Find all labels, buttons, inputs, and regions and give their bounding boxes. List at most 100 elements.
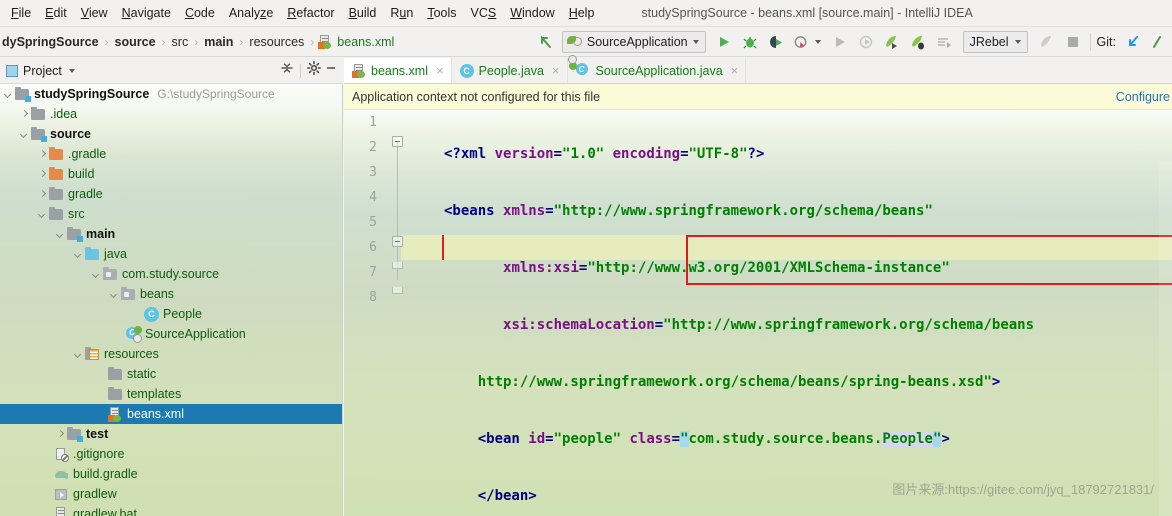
collapse-all-icon[interactable] bbox=[280, 61, 294, 80]
editor-scrollbar[interactable] bbox=[1159, 162, 1172, 516]
hide-panel-icon[interactable] bbox=[324, 61, 338, 80]
tree-item-idea[interactable]: .idea bbox=[0, 104, 342, 124]
tree-item-gradle-dot[interactable]: .gradle bbox=[0, 144, 342, 164]
breadcrumb-item-beansxml[interactable]: beans.xml bbox=[335, 35, 396, 49]
package-icon bbox=[121, 286, 136, 302]
chevron-right-icon[interactable] bbox=[36, 168, 49, 181]
chevron-down-icon[interactable] bbox=[18, 128, 31, 141]
chevron-down-icon[interactable] bbox=[68, 68, 75, 73]
menu-analyze[interactable]: Analyze bbox=[222, 3, 280, 23]
tree-item-gradle[interactable]: gradle bbox=[0, 184, 342, 204]
menu-view[interactable]: View bbox=[74, 3, 115, 23]
back-arrow-icon[interactable] bbox=[535, 31, 557, 53]
jrebel-debug-icon[interactable] bbox=[905, 29, 931, 55]
tree-item-studyspringsource[interactable]: studySpringSource G:\studySpringSource bbox=[0, 84, 342, 104]
close-icon[interactable]: × bbox=[436, 63, 444, 78]
code-editor[interactable]: 1 2 3 4 5 6 7 8 <?xml version="1.0" enco… bbox=[344, 110, 1172, 516]
tree-item-main[interactable]: main bbox=[0, 224, 342, 244]
menu-edit[interactable]: Edit bbox=[38, 3, 74, 23]
breadcrumb-item-project[interactable]: dySpringSource bbox=[0, 35, 101, 49]
breadcrumb-separator: › bbox=[104, 34, 109, 49]
breadcrumb-item-source[interactable]: source bbox=[113, 35, 158, 49]
jrebel-selector[interactable]: JRebel bbox=[962, 30, 1028, 53]
breadcrumb-item-main[interactable]: main bbox=[202, 35, 235, 49]
menu-help[interactable]: Help bbox=[562, 3, 602, 23]
module-folder-icon bbox=[31, 126, 47, 142]
source-watermark: 图片来源:https://gitee.com/jyq_18792721831/ bbox=[892, 482, 1154, 497]
chevron-down-icon[interactable] bbox=[54, 228, 67, 241]
run-with-coverage-icon[interactable] bbox=[763, 29, 789, 55]
git-label: Git: bbox=[1096, 34, 1116, 49]
tree-item-templates[interactable]: templates bbox=[0, 384, 342, 404]
tree-item-people-class[interactable]: C People bbox=[0, 304, 342, 324]
folder-icon bbox=[49, 186, 64, 202]
debug-icon[interactable] bbox=[737, 29, 763, 55]
tree-item-build[interactable]: build bbox=[0, 164, 342, 184]
menu-vcs[interactable]: VCS bbox=[464, 3, 504, 23]
git-update-icon[interactable] bbox=[1120, 29, 1146, 55]
tree-item-src[interactable]: src bbox=[0, 204, 342, 224]
chevron-down-icon[interactable] bbox=[814, 39, 821, 44]
chevron-down-icon[interactable] bbox=[36, 208, 49, 221]
folder-icon bbox=[49, 166, 64, 182]
tree-item-gitignore[interactable]: .gitignore bbox=[0, 444, 342, 464]
menu-tools[interactable]: Tools bbox=[420, 3, 463, 23]
settings-gear-icon[interactable] bbox=[307, 61, 321, 80]
close-icon[interactable]: × bbox=[552, 63, 560, 78]
chevron-down-icon[interactable] bbox=[72, 348, 85, 361]
menu-run[interactable]: Run bbox=[383, 3, 420, 23]
chevron-down-icon[interactable] bbox=[2, 88, 15, 101]
project-panel-header: Project bbox=[0, 58, 343, 84]
chevron-right-icon[interactable] bbox=[36, 188, 49, 201]
tab-people-java[interactable]: C People.java × bbox=[452, 58, 568, 83]
tree-item-label: static bbox=[127, 367, 157, 381]
menu-build[interactable]: Build bbox=[342, 3, 384, 23]
tree-item-beans-package[interactable]: beans bbox=[0, 284, 342, 304]
code-content[interactable]: <?xml version="1.0" encoding="UTF-8"?> <… bbox=[444, 110, 1034, 516]
code-line-6: <bean id="people" class="com.study.sourc… bbox=[477, 431, 950, 447]
menu-file[interactable]: File bbox=[4, 3, 38, 23]
tree-item-label: .idea bbox=[50, 107, 78, 121]
tree-item-resources[interactable]: resources bbox=[0, 344, 342, 364]
git-commit-icon[interactable] bbox=[1146, 31, 1168, 53]
run-icon[interactable] bbox=[711, 29, 737, 55]
chevron-right-icon[interactable] bbox=[54, 428, 67, 441]
menu-window[interactable]: Window bbox=[503, 3, 561, 23]
tab-beans-xml[interactable]: beans.xml × bbox=[344, 58, 452, 83]
breadcrumb-item-resources[interactable]: resources bbox=[247, 35, 306, 49]
tree-item-label: main bbox=[86, 227, 116, 241]
editor-gutter[interactable]: 1 2 3 4 5 6 7 8 bbox=[344, 110, 403, 516]
chevron-right-icon[interactable] bbox=[18, 108, 31, 121]
gitignore-file-icon bbox=[54, 447, 69, 462]
menu-code[interactable]: Code bbox=[178, 3, 222, 23]
menu-refactor[interactable]: Refactor bbox=[280, 3, 341, 23]
code-line-1: <?xml version="1.0" encoding="UTF-8"?> bbox=[444, 146, 765, 162]
run-configuration-selector[interactable]: SourceApplication bbox=[561, 30, 706, 53]
tree-item-static[interactable]: static bbox=[0, 364, 342, 384]
configure-link[interactable]: Configure bbox=[1116, 90, 1172, 104]
chevron-right-icon[interactable] bbox=[36, 148, 49, 161]
tree-item-com-study-source[interactable]: com.study.source bbox=[0, 264, 342, 284]
chevron-down-icon[interactable] bbox=[90, 268, 103, 281]
menu-navigate[interactable]: Navigate bbox=[115, 3, 178, 23]
source-folder-icon bbox=[85, 246, 100, 262]
fold-collapse-icon[interactable] bbox=[392, 136, 403, 147]
jrebel-run-icon[interactable] bbox=[879, 29, 905, 55]
fold-collapse-icon[interactable] bbox=[392, 236, 403, 247]
tree-item-gradlew[interactable]: gradlew bbox=[0, 484, 342, 504]
breadcrumb-item-src[interactable]: src bbox=[170, 35, 191, 49]
close-icon[interactable]: × bbox=[731, 63, 739, 78]
project-tree[interactable]: studySpringSource G:\studySpringSource .… bbox=[0, 84, 343, 516]
tree-item-source[interactable]: source bbox=[0, 124, 342, 144]
tree-item-beans-xml[interactable]: beans.xml bbox=[0, 404, 342, 424]
chevron-down-icon[interactable] bbox=[108, 288, 121, 301]
tree-item-sourceapplication[interactable]: C SourceApplication bbox=[0, 324, 342, 344]
tree-item-java[interactable]: java bbox=[0, 244, 342, 264]
chevron-down-icon[interactable] bbox=[72, 248, 85, 261]
profile-icon[interactable] bbox=[789, 29, 815, 55]
tree-item-test[interactable]: test bbox=[0, 424, 342, 444]
tree-item-build-gradle[interactable]: build.gradle bbox=[0, 464, 342, 484]
tab-sourceapplication-java[interactable]: C SourceApplication.java × bbox=[567, 55, 747, 83]
tree-item-gradlew-bat[interactable]: gradlew.bat bbox=[0, 504, 342, 516]
gradle-file-icon bbox=[54, 467, 69, 482]
